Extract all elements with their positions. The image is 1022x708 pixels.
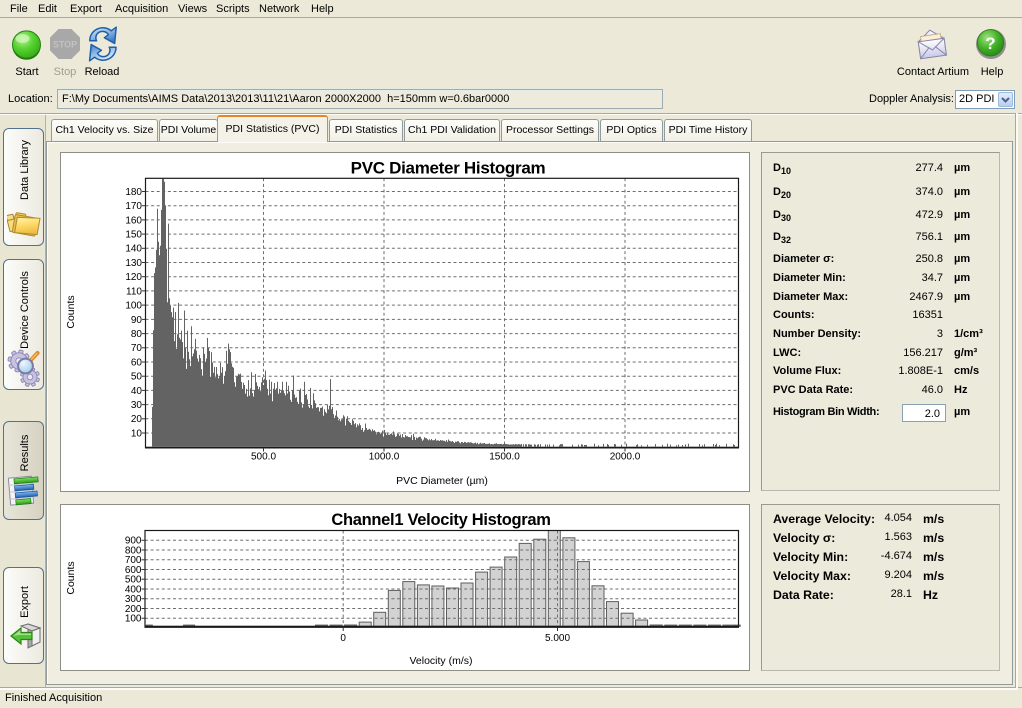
- svg-text:100: 100: [125, 614, 142, 625]
- svg-text:90: 90: [131, 315, 143, 326]
- svg-text:170: 170: [125, 201, 142, 212]
- svg-text:10: 10: [131, 428, 143, 439]
- svg-text:150: 150: [125, 230, 142, 241]
- svg-text:140: 140: [125, 244, 142, 255]
- svg-text:50: 50: [131, 372, 143, 383]
- svg-text:500.0: 500.0: [251, 452, 276, 463]
- svg-text:700: 700: [125, 555, 142, 566]
- svg-text:60: 60: [131, 357, 143, 368]
- svg-text:20: 20: [131, 414, 143, 425]
- svg-text:Channel1 Velocity Histogram: Channel1 Velocity Histogram: [331, 511, 550, 529]
- svg-text:40: 40: [131, 386, 143, 397]
- svg-text:0: 0: [340, 633, 346, 644]
- svg-text:600: 600: [125, 565, 142, 576]
- svg-text:80: 80: [131, 329, 143, 340]
- svg-text:Counts: Counts: [65, 561, 77, 594]
- svg-text:30: 30: [131, 400, 143, 411]
- svg-text:1000.0: 1000.0: [369, 452, 400, 463]
- svg-text:1500.0: 1500.0: [489, 452, 520, 463]
- svg-text:PVC Diameter Histogram: PVC Diameter Histogram: [351, 159, 546, 178]
- svg-text:200: 200: [125, 604, 142, 615]
- svg-text:PVC Diameter (µm): PVC Diameter (µm): [396, 475, 488, 487]
- svg-text:800: 800: [125, 545, 142, 556]
- svg-text:400: 400: [125, 584, 142, 595]
- svg-text:110: 110: [126, 286, 142, 297]
- svg-text:Velocity (m/s): Velocity (m/s): [409, 655, 472, 667]
- svg-text:180: 180: [125, 187, 142, 198]
- svg-text:5.000: 5.000: [545, 633, 570, 644]
- svg-text:70: 70: [131, 343, 143, 354]
- svg-text:300: 300: [125, 594, 142, 605]
- svg-text:100: 100: [125, 301, 142, 312]
- svg-text:Counts: Counts: [65, 295, 77, 328]
- svg-text:500: 500: [125, 575, 142, 586]
- svg-text:130: 130: [125, 258, 142, 269]
- svg-text:120: 120: [125, 272, 142, 283]
- svg-text:2000.0: 2000.0: [610, 452, 641, 463]
- svg-text:900: 900: [125, 536, 142, 547]
- svg-text:160: 160: [125, 215, 142, 226]
